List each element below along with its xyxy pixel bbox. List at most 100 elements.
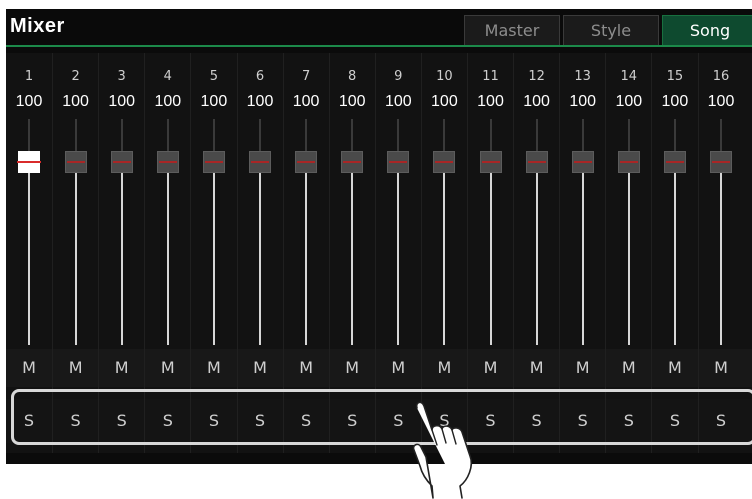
channel-volume: 100 <box>661 93 689 110</box>
fader-knob[interactable] <box>249 151 271 173</box>
fader-track[interactable] <box>166 155 169 345</box>
fader-track[interactable] <box>673 155 676 345</box>
tab-song[interactable]: Song <box>662 15 752 45</box>
fader-knob[interactable] <box>617 151 640 173</box>
fader-knob[interactable] <box>663 151 686 173</box>
channel-number: 9 <box>394 69 403 84</box>
solo-row-highlight <box>11 389 752 445</box>
fader-track[interactable] <box>535 155 538 345</box>
fader-track[interactable] <box>351 155 354 345</box>
fader-knob[interactable] <box>525 151 548 173</box>
fader-track-top <box>443 119 446 152</box>
fader-track[interactable] <box>120 155 123 345</box>
channel-volume: 100 <box>292 93 320 110</box>
channel-volume: 100 <box>200 93 228 110</box>
fader-track[interactable] <box>489 155 492 345</box>
mute-button[interactable]: M <box>53 349 98 387</box>
tab-style[interactable]: Style <box>563 15 659 45</box>
channel-number: 4 <box>163 69 172 84</box>
channel-number: 1 <box>24 69 34 84</box>
channel-number: 12 <box>528 69 545 84</box>
fader-knob[interactable] <box>202 151 225 173</box>
mute-button[interactable]: M <box>6 349 52 387</box>
fader-track[interactable] <box>259 155 261 345</box>
channel-volume: 100 <box>154 93 182 110</box>
channel-number: 15 <box>666 69 684 84</box>
fader-track-top <box>305 119 308 152</box>
fader-knob[interactable] <box>710 151 732 173</box>
fader-track-top <box>212 119 215 152</box>
mute-button[interactable]: M <box>560 349 605 387</box>
page-title: Mixer <box>10 15 65 37</box>
channel-volume: 100 <box>246 93 274 110</box>
channel-volume: 100 <box>384 93 412 110</box>
mute-button[interactable]: M <box>652 349 697 387</box>
fader-knob[interactable] <box>571 151 594 173</box>
fader-knob[interactable] <box>17 151 41 173</box>
fader-track[interactable] <box>581 155 584 345</box>
mute-button[interactable]: M <box>606 349 651 387</box>
channel-volume: 100 <box>477 93 504 110</box>
channel-volume: 100 <box>523 93 550 110</box>
fader-knob[interactable] <box>110 151 133 173</box>
mute-button[interactable]: M <box>514 349 559 387</box>
channel-volume: 100 <box>338 93 366 110</box>
channel-volume: 100 <box>431 93 458 110</box>
channel-number: 10 <box>436 69 453 84</box>
fader-knob[interactable] <box>387 151 410 173</box>
channel-volume: 100 <box>615 93 643 110</box>
tab-master[interactable]: Master <box>464 15 560 45</box>
fader-track-top <box>259 119 261 152</box>
top-bar: Mixer Master Style Song <box>6 9 752 45</box>
mute-button[interactable]: M <box>238 349 283 387</box>
fader-track[interactable] <box>443 155 446 345</box>
fader-track-top <box>581 119 584 152</box>
channel-volume: 100 <box>15 93 43 110</box>
fader-track-top <box>74 119 77 152</box>
fader-track-top <box>673 119 676 152</box>
fader-track-top <box>489 119 492 152</box>
channel-volume: 100 <box>707 93 735 110</box>
fader-track[interactable] <box>74 155 77 345</box>
channel-number: 2 <box>71 69 80 84</box>
channel-number: 5 <box>209 69 219 84</box>
fader-knob[interactable] <box>479 151 502 173</box>
fader-knob[interactable] <box>295 151 318 173</box>
mute-button[interactable]: M <box>330 349 375 387</box>
channel-volume: 100 <box>569 93 597 110</box>
mute-button[interactable]: M <box>284 349 329 387</box>
fader-track-top <box>28 119 30 152</box>
mute-button[interactable]: M <box>422 349 467 387</box>
fader-knob[interactable] <box>156 151 179 173</box>
fader-track[interactable] <box>212 155 215 345</box>
mute-button[interactable]: M <box>99 349 144 387</box>
fader-track-top <box>120 119 123 152</box>
mute-button[interactable]: M <box>699 349 744 387</box>
channel-number: 6 <box>255 69 265 84</box>
mute-button[interactable]: M <box>468 349 513 387</box>
fader-track[interactable] <box>305 155 308 345</box>
channel-number: 3 <box>117 69 126 84</box>
mute-button[interactable]: M <box>145 349 190 387</box>
fader-track[interactable] <box>627 155 630 345</box>
mute-button[interactable]: M <box>376 349 421 387</box>
fader-knob[interactable] <box>64 151 87 173</box>
mute-button[interactable]: M <box>191 349 236 387</box>
fader-track-top <box>535 119 538 152</box>
fader-track-top <box>627 119 630 152</box>
channel-number: 8 <box>348 69 357 84</box>
fader-track-top <box>351 119 354 152</box>
fader-knob[interactable] <box>433 151 456 173</box>
fader-knob[interactable] <box>341 151 364 173</box>
channel-number: 14 <box>620 69 638 84</box>
fader-track[interactable] <box>720 155 722 345</box>
pointing-hand-icon <box>412 401 473 499</box>
channel-number: 11 <box>482 69 499 84</box>
fader-track[interactable] <box>28 155 30 345</box>
channel-volume: 100 <box>62 93 89 110</box>
fader-track[interactable] <box>397 155 400 345</box>
channel-number: 16 <box>712 69 730 84</box>
channel-volume: 100 <box>108 93 136 110</box>
channel-number: 13 <box>574 69 591 84</box>
header-divider <box>6 45 752 47</box>
